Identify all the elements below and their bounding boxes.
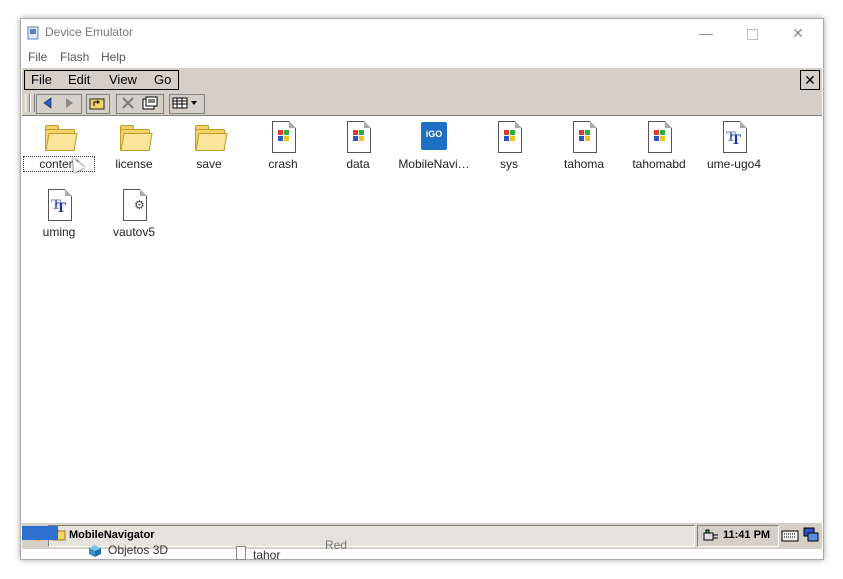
document-icon <box>236 546 246 560</box>
close-button[interactable]: ✕ <box>775 19 821 47</box>
delete-icon <box>122 97 134 109</box>
file-uming[interactable]: TT uming <box>24 189 94 239</box>
truetype-font-icon: TT <box>43 189 75 221</box>
config-file-icon: ⚙ <box>118 189 150 221</box>
background-item-red: Red <box>325 538 348 552</box>
ce-menu-bar: File Edit View Go ✕ <box>22 67 822 93</box>
file-sys[interactable]: sys <box>474 121 544 171</box>
background-item-objetos-3d: Objetos 3D <box>108 543 169 557</box>
title-bar[interactable]: Device Emulator — ✕ <box>21 19 823 47</box>
ce-close-button[interactable]: ✕ <box>800 70 820 90</box>
file-label: vautov5 <box>112 225 156 239</box>
background-accent <box>22 526 58 540</box>
back-button[interactable] <box>38 96 58 112</box>
truetype-font-icon: TT <box>718 121 750 153</box>
maximize-icon <box>746 28 758 40</box>
file-label: save <box>196 157 222 171</box>
file-label: sys <box>500 157 518 171</box>
background-item-tahoma: tahor <box>253 548 281 562</box>
file-label: MobileNavi… <box>398 157 470 171</box>
ce-menu-edit[interactable]: Edit <box>68 72 90 87</box>
ce-menu-group: File Edit View Go <box>24 70 179 90</box>
nav-button-group <box>36 94 82 114</box>
igo-badge: iGO <box>425 129 443 139</box>
file-label: ume-ugo4 <box>706 157 762 171</box>
emulator-screen: File Edit View Go ✕ content license save… <box>22 67 822 557</box>
ce-menu-go[interactable]: Go <box>154 72 171 87</box>
view-button-group <box>169 94 205 114</box>
toolbar-grip[interactable] <box>30 94 35 112</box>
folder-icon <box>193 121 228 153</box>
gear-icon: ⚙ <box>134 198 145 212</box>
folder-save[interactable]: save <box>174 121 244 171</box>
system-file-icon <box>342 121 374 153</box>
host-menu-file[interactable]: File <box>28 50 47 64</box>
file-ume-ugo4[interactable]: TT ume-ugo4 <box>699 121 769 171</box>
up-folder-icon <box>89 98 105 110</box>
ce-toolbar <box>22 92 822 116</box>
file-label: content <box>23 156 95 172</box>
device-emulator-window: Device Emulator — ✕ File Flash Help File… <box>20 18 824 560</box>
file-vautov5[interactable]: ⚙ vautov5 <box>99 189 169 239</box>
maximize-button[interactable] <box>729 19 775 47</box>
file-label: tahomabd <box>632 157 686 171</box>
folder-icon <box>43 121 78 153</box>
properties-icon <box>142 96 158 110</box>
file-tahomabd[interactable]: tahomabd <box>624 121 694 171</box>
minimize-button[interactable]: — <box>683 19 729 47</box>
folder-icon <box>118 121 153 153</box>
file-label: data <box>346 157 370 171</box>
background-content: Objetos 3D tahor Red <box>0 520 843 579</box>
window-title: Device Emulator <box>45 25 134 39</box>
system-file-icon <box>568 121 600 153</box>
file-data[interactable]: data <box>323 121 393 171</box>
delete-button[interactable] <box>118 96 138 112</box>
igo-app-icon: iGO <box>418 121 450 153</box>
host-menu-flash[interactable]: Flash <box>60 50 89 64</box>
view-mode-icon <box>172 97 197 109</box>
properties-button[interactable] <box>140 96 160 112</box>
up-button-group <box>86 94 110 114</box>
system-file-icon <box>493 121 525 153</box>
view-mode-button[interactable] <box>171 96 201 112</box>
host-menu-help[interactable]: Help <box>101 50 126 64</box>
file-label: license <box>115 157 153 171</box>
host-menu-bar: File Flash Help <box>21 47 823 67</box>
system-file-icon <box>643 121 675 153</box>
emulator-app-icon <box>27 26 39 40</box>
folder-content[interactable]: content <box>23 121 95 172</box>
file-crash[interactable]: crash <box>248 121 318 171</box>
back-arrow-icon <box>43 97 52 109</box>
file-label: tahoma <box>563 157 605 171</box>
file-tahoma[interactable]: tahoma <box>549 121 619 171</box>
edit-button-group <box>116 94 164 114</box>
ce-menu-file[interactable]: File <box>31 72 52 87</box>
cube-icon <box>89 545 101 557</box>
ce-menu-view[interactable]: View <box>109 72 137 87</box>
file-label: uming <box>42 225 76 239</box>
file-mobilenavigator[interactable]: iGO MobileNavi… <box>398 121 470 171</box>
system-file-icon <box>267 121 299 153</box>
forward-button[interactable] <box>59 96 79 112</box>
folder-license[interactable]: license <box>99 121 169 171</box>
up-folder-button[interactable] <box>87 96 107 112</box>
forward-arrow-icon <box>66 98 73 108</box>
file-label: crash <box>268 157 298 171</box>
